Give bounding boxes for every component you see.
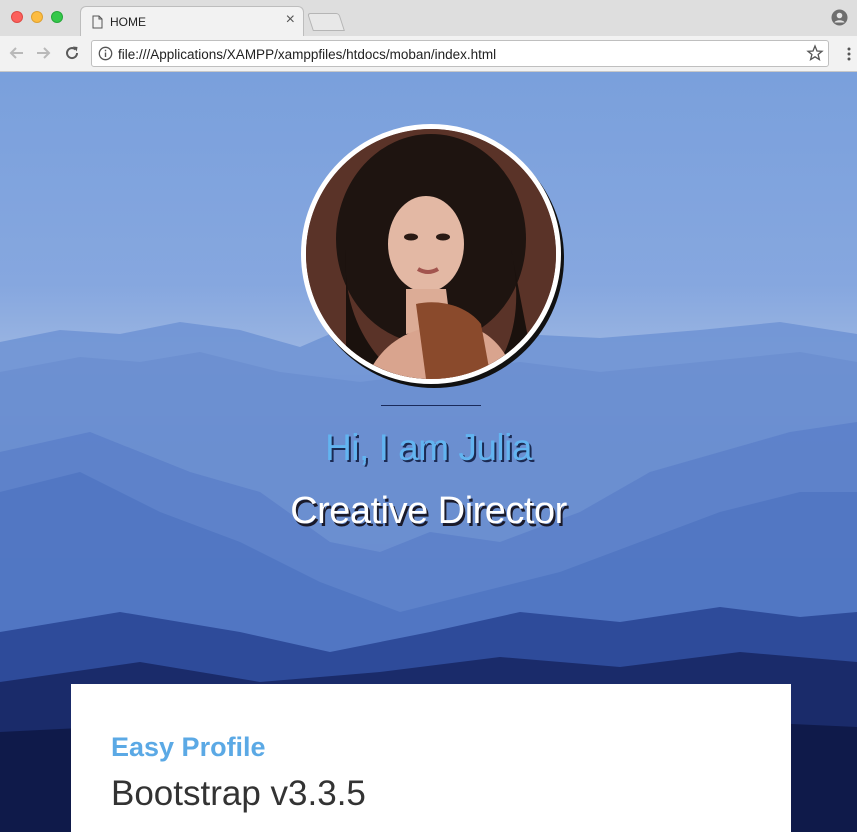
page-hero: Hi, I am Julia Creative Director Easy Pr… — [0, 72, 857, 832]
address-bar[interactable]: file:///Applications/XAMPP/xamppfiles/ht… — [91, 40, 829, 67]
back-icon[interactable] — [8, 44, 26, 62]
divider — [381, 405, 481, 406]
url-text[interactable]: file:///Applications/XAMPP/xamppfiles/ht… — [118, 47, 496, 62]
card-subtitle: Bootstrap v3.3.5 — [111, 774, 366, 813]
profile-card: Easy Profile Bootstrap v3.3.5 — [71, 684, 791, 832]
menu-icon[interactable] — [847, 47, 851, 61]
avatar — [301, 124, 561, 384]
tab-home[interactable]: HOME × — [80, 6, 304, 37]
card-title: Easy Profile — [111, 732, 266, 762]
browser-toolbar: file:///Applications/XAMPP/xamppfiles/ht… — [0, 36, 857, 72]
role-heading: Creative Director — [290, 490, 567, 532]
star-icon[interactable] — [806, 44, 824, 62]
document-icon — [92, 15, 103, 29]
tab-bar: HOME × — [0, 0, 857, 37]
info-icon[interactable] — [98, 46, 113, 61]
profile-icon[interactable] — [831, 9, 848, 26]
close-icon[interactable]: × — [286, 12, 295, 28]
minimize-window-button[interactable] — [31, 11, 43, 23]
tab-title: HOME — [110, 15, 146, 29]
forward-icon[interactable] — [34, 44, 52, 62]
reload-icon[interactable] — [63, 44, 81, 62]
close-window-button[interactable] — [11, 11, 23, 23]
new-tab-button[interactable] — [307, 13, 345, 31]
greeting-heading: Hi, I am Julia — [325, 427, 532, 468]
maximize-window-button[interactable] — [51, 11, 63, 23]
profile-photo — [306, 129, 556, 379]
